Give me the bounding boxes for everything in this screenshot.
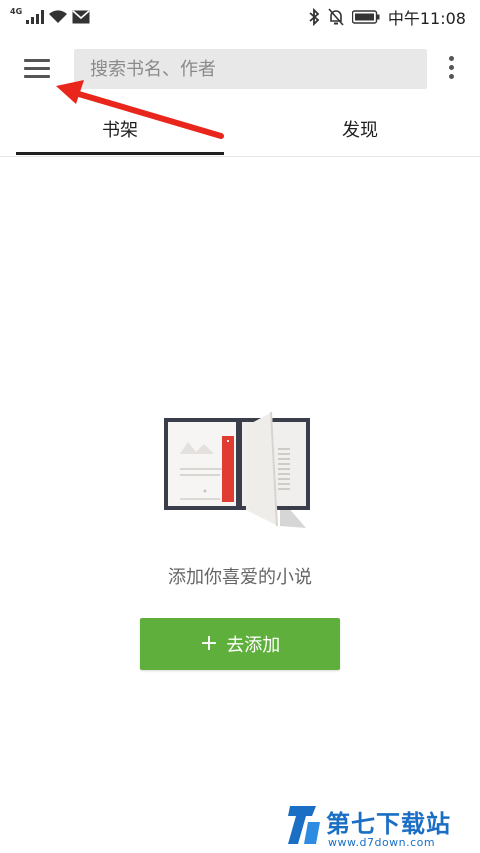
signal-icon	[26, 10, 45, 24]
watermark-logo-icon	[288, 806, 320, 844]
more-options-icon[interactable]	[438, 52, 466, 86]
watermark-title: 第七下载站	[326, 810, 451, 838]
tab-discover[interactable]: 发现	[256, 104, 464, 156]
status-bar: 4G 中午11:08	[0, 0, 480, 34]
empty-state-message: 添加你喜爱的小说	[168, 567, 312, 588]
network-type: 4G	[10, 6, 23, 16]
battery-icon	[351, 10, 380, 24]
tab-indicator	[16, 152, 224, 155]
search-bar[interactable]	[74, 49, 427, 89]
clock: 中午11:08	[387, 9, 466, 28]
add-novel-button[interactable]: + 去添加	[140, 618, 340, 670]
mail-icon	[72, 10, 90, 24]
watermark-url: www.d7down.com	[328, 836, 436, 849]
book-illustration	[164, 412, 310, 528]
plus-icon: +	[199, 631, 219, 656]
tab-bar: 书架 发现	[0, 104, 480, 157]
search-input[interactable]	[74, 49, 410, 89]
notifications-off-icon	[328, 8, 344, 26]
toolbar	[0, 34, 480, 104]
bluetooth-icon	[309, 8, 320, 26]
watermark: 第七下载站 www.d7down.com	[286, 800, 476, 850]
add-button-label: 去添加	[226, 635, 281, 656]
tab-bookshelf[interactable]: 书架	[16, 104, 224, 156]
menu-icon[interactable]	[18, 52, 58, 86]
wifi-icon	[49, 10, 68, 23]
